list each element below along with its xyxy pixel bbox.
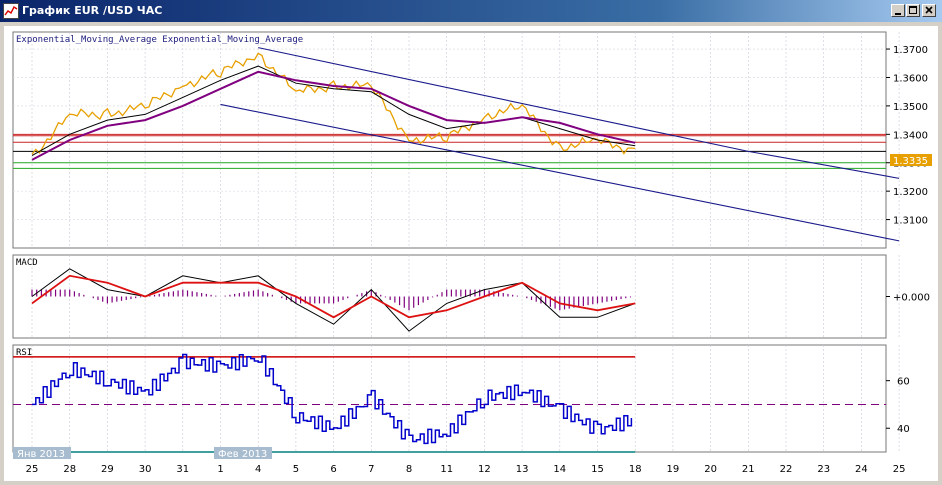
date-tick-label: 13 [516, 464, 529, 475]
maximize-icon [909, 6, 917, 14]
date-axis: 25 28 29 30 31 1 4 5 6 7 8 11 12 13 14 15 18 19 20 21 22 23 24… [26, 464, 906, 475]
minimize-button[interactable] [891, 4, 905, 17]
date-tick-label: 23 [817, 464, 830, 475]
date-tick-label: 8 [406, 464, 412, 475]
maximize-button[interactable] [906, 4, 920, 17]
date-tick-label: 4 [255, 464, 261, 475]
rsi-tick-label: 40 [897, 424, 910, 435]
date-tick-label: 12 [478, 464, 491, 475]
date-tick-label: 6 [330, 464, 336, 475]
close-button[interactable] [922, 4, 936, 17]
date-tick-label: 21 [742, 464, 755, 475]
price-axis: 1.37001.36001.35001.34001.33001.32001.31… [886, 45, 928, 227]
date-tick-label: 7 [368, 464, 374, 475]
rsi-axis: 60 40 [886, 377, 910, 435]
month-label-jan: Янв 2013 [17, 449, 65, 460]
date-tick-label: 5 [293, 464, 299, 475]
rsi-label: RSI [16, 348, 32, 358]
price-tick-label: 1.3600 [893, 73, 928, 84]
date-tick-label: 22 [780, 464, 793, 475]
date-tick-label: 1 [217, 464, 223, 475]
date-tick-label: 28 [63, 464, 76, 475]
ema-legend: Exponential_Moving_Average Exponential_M… [16, 35, 303, 45]
price-tick-label: 1.3100 [893, 216, 928, 227]
macd-axis: +0.000 [886, 293, 930, 304]
chart-window-icon [3, 3, 19, 19]
main-price-panel[interactable] [12, 31, 887, 249]
chart-canvas[interactable]: Exponential_Moving_Average Exponential_M… [4, 26, 938, 481]
price-tick-label: 1.3400 [893, 130, 928, 141]
minimize-icon [895, 13, 901, 15]
date-tick-label: 20 [704, 464, 717, 475]
date-tick-label: 30 [139, 464, 152, 475]
price-tick-label: 1.3500 [893, 102, 928, 113]
macd-label: MACD [16, 258, 38, 268]
chart-client-area: Exponential_Moving_Average Exponential_M… [4, 26, 938, 481]
date-tick-label: 11 [440, 464, 453, 475]
close-icon [925, 6, 933, 14]
date-tick-label: 25 [893, 464, 906, 475]
date-tick-label: 31 [176, 464, 189, 475]
date-tick-label: 19 [667, 464, 680, 475]
macd-zero-label: +0.000 [893, 293, 930, 304]
date-tick-label: 29 [101, 464, 114, 475]
price-tick-label: 1.3200 [893, 187, 928, 198]
price-tick-label: 1.3700 [893, 45, 928, 56]
date-tick-label: 25 [26, 464, 39, 475]
date-tick-label: 14 [553, 464, 566, 475]
rsi-tick-label: 60 [897, 377, 910, 388]
window-titlebar: График EUR /USD ЧАС [0, 0, 942, 22]
current-price-label: 1.3335 [893, 156, 928, 167]
date-tick-label: 24 [855, 464, 868, 475]
month-label-feb: Фев 2013 [218, 449, 267, 460]
window-title: График EUR /USD ЧАС [22, 4, 163, 17]
date-tick-label: 15 [591, 464, 604, 475]
date-tick-label: 18 [629, 464, 642, 475]
